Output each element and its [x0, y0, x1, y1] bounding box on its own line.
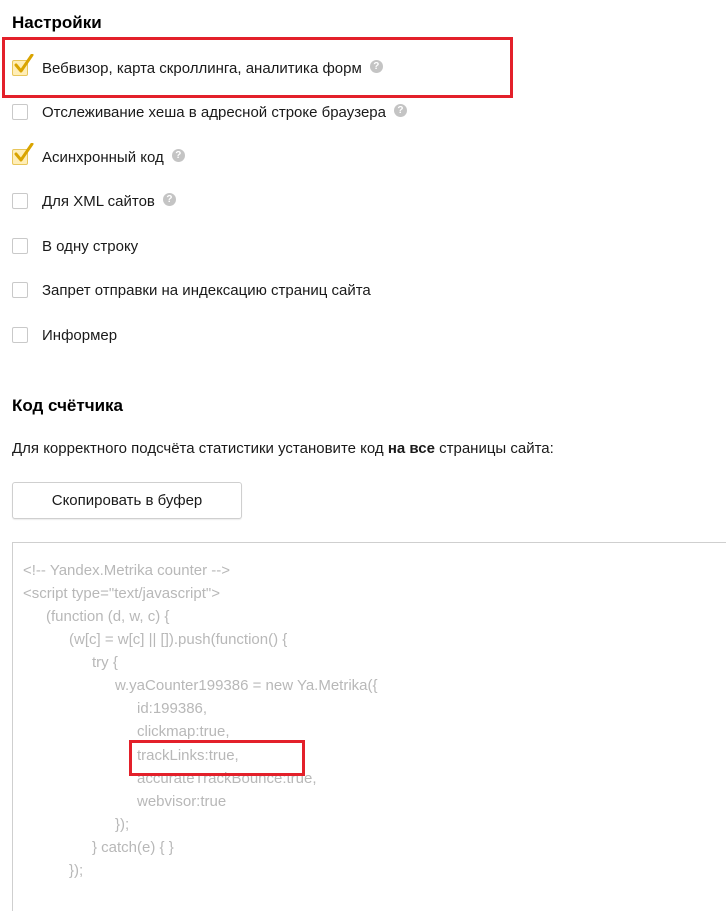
help-icon[interactable]: ? — [162, 192, 176, 206]
checkbox-one-line[interactable] — [12, 238, 28, 254]
code-line: id:199386, — [137, 700, 208, 717]
code-line: w.yaCounter199386 = new Ya.Metrika({ — [115, 677, 378, 694]
code-line: }); — [115, 816, 130, 833]
option-one-line[interactable]: В одну строку — [12, 234, 138, 258]
checkbox-informer[interactable] — [12, 327, 28, 343]
code-line: } catch(e) { } — [92, 839, 174, 856]
option-label: Для XML сайтов — [42, 192, 155, 210]
option-label: В одну строку — [42, 237, 139, 255]
code-line: (w[c] = w[c] || []).push(function() { — [69, 631, 288, 648]
help-icon[interactable]: ? — [369, 59, 383, 73]
counter-description-emphasis: на все — [387, 440, 435, 457]
counter-code-textarea[interactable]: <!-- Yandex.Metrika counter --> <script … — [12, 542, 726, 911]
option-label: Отслеживание хеша в адресной строке брау… — [42, 103, 386, 121]
settings-title: Настройки — [12, 13, 102, 32]
code-line: }); — [69, 862, 84, 879]
counter-code-title: Код счётчика — [12, 396, 123, 415]
counter-description: Для корректного подсчёта статистики уста… — [12, 440, 554, 457]
checkmark-icon — [14, 143, 34, 162]
code-line: trackLinks:true, — [137, 747, 239, 764]
code-line: (function (d, w, c) { — [46, 608, 170, 625]
code-line: <script type="text/javascript"> — [23, 585, 220, 602]
option-xml-sites[interactable]: Для XML сайтов ? — [12, 189, 176, 213]
code-line: webvisor:true — [137, 793, 227, 810]
checkbox-hash-tracking[interactable] — [12, 104, 28, 120]
option-async-code[interactable]: Асинхронный код ? — [12, 143, 185, 169]
checkbox-xml-sites[interactable] — [12, 193, 28, 209]
checkbox-no-indexing[interactable] — [12, 282, 28, 298]
option-hash-tracking[interactable]: Отслеживание хеша в адресной строке брау… — [12, 100, 407, 124]
option-label: Асинхронный код — [42, 148, 164, 166]
code-line: try { — [92, 654, 118, 671]
option-label: Вебвизор, карта скроллинга, аналитика фо… — [42, 59, 362, 77]
option-informer[interactable]: Информер — [12, 323, 117, 347]
code-line: accurateTrackBounce:true, — [137, 770, 317, 787]
option-no-indexing[interactable]: Запрет отправки на индексацию страниц са… — [12, 278, 371, 302]
checkmark-icon — [14, 54, 34, 73]
checkbox-webvisor[interactable] — [12, 54, 34, 76]
option-webvisor[interactable]: Вебвизор, карта скроллинга, аналитика фо… — [12, 54, 383, 80]
checkbox-async-code[interactable] — [12, 143, 34, 165]
copy-to-clipboard-button[interactable]: Скопировать в буфер — [12, 482, 242, 519]
code-line: clickmap:true, — [137, 723, 230, 740]
help-icon[interactable]: ? — [393, 103, 407, 117]
help-icon[interactable]: ? — [171, 148, 185, 162]
counter-description-text: Для корректного подсчёта статистики уста… — [12, 440, 388, 457]
option-label: Запрет отправки на индексацию страниц са… — [42, 281, 371, 299]
code-line: <!-- Yandex.Metrika counter --> — [23, 562, 231, 579]
counter-description-tail: страницы сайта: — [434, 440, 554, 457]
option-label: Информер — [42, 326, 118, 344]
